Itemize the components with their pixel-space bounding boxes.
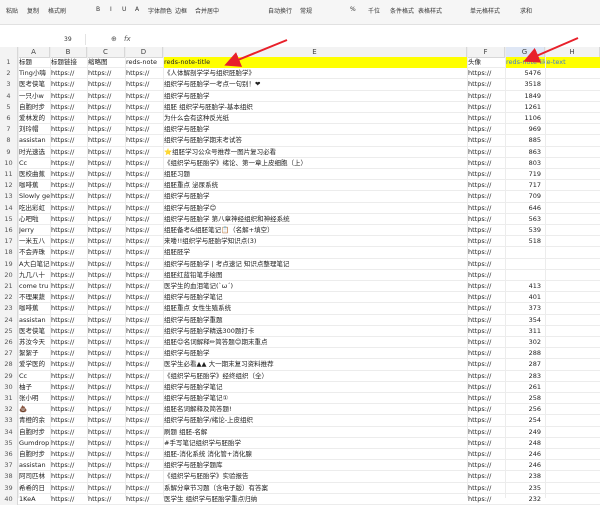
arrow-to-title-column (224, 39, 288, 67)
arrow-to-like-column (523, 37, 579, 63)
annotation-arrows (224, 37, 579, 67)
